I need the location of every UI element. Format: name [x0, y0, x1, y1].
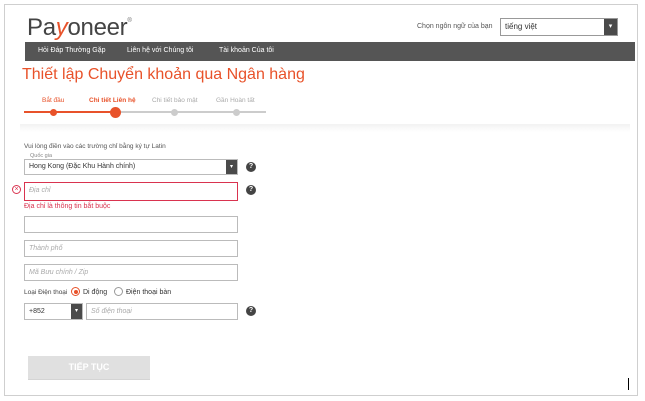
country-select[interactable]: Hong Kong (Đặc Khu Hành chính) ▾ — [24, 159, 238, 175]
address-error-message: Địa chỉ là thông tin bắt buộc — [24, 203, 111, 210]
address-line2-input[interactable] — [24, 216, 238, 233]
help-icon[interactable]: ? — [246, 306, 256, 316]
latin-hint: Vui lòng điền vào các trường chỉ bằng ký… — [24, 143, 166, 150]
text-cursor — [628, 378, 629, 390]
phone-type-label: Loại Điện thoại — [24, 289, 68, 296]
error-icon: × — [12, 185, 21, 194]
step-label-contact: Chi tiết Liên hệ — [89, 97, 136, 104]
logo-text-start: Pa — [27, 14, 56, 41]
steps-progress — [24, 111, 115, 113]
language-select[interactable]: tiếng việt ▾ — [500, 18, 618, 36]
continue-button[interactable]: TIẾP TỤC — [28, 356, 150, 379]
city-input[interactable]: Thành phố — [24, 240, 238, 257]
chevron-down-icon: ▾ — [71, 304, 82, 319]
address-input[interactable]: Địa chỉ — [24, 182, 238, 201]
phone-number-input[interactable]: Số điện thoại — [86, 303, 238, 320]
radio-landline-label[interactable]: Điện thoại bàn — [126, 289, 171, 296]
page-title: Thiết lập Chuyển khoản qua Ngân hàng — [22, 66, 305, 83]
chevron-down-icon: ▾ — [604, 19, 617, 35]
step-label-almost-done: Gần Hoàn tất — [216, 97, 255, 104]
step-dot-security — [171, 108, 178, 116]
phone-country-code-select[interactable]: +852 ▾ — [24, 303, 83, 320]
help-icon[interactable]: ? — [246, 185, 256, 195]
top-navbar: Hỏi Đáp Thường Gặp Liên hệ với Chúng tôi… — [25, 42, 635, 61]
logo-text-y: y — [55, 14, 68, 41]
header-divider — [20, 124, 630, 132]
language-label: Chọn ngôn ngữ của bạn — [417, 23, 493, 30]
nav-faq[interactable]: Hỏi Đáp Thường Gặp — [38, 47, 106, 54]
zip-input[interactable]: Mã Bưu chính / Zip — [24, 264, 238, 281]
language-value: tiếng việt — [505, 22, 538, 31]
step-dot-start — [50, 108, 57, 116]
radio-landline[interactable] — [114, 287, 123, 296]
help-icon[interactable]: ? — [246, 162, 256, 172]
step-label-security: Chi tiết bảo mật — [152, 97, 198, 104]
step-label-start: Bắt đầu — [42, 97, 65, 104]
radio-mobile-label[interactable]: Di động — [83, 289, 107, 296]
country-value: Hong Kong (Đặc Khu Hành chính) — [29, 163, 136, 170]
radio-mobile[interactable] — [71, 287, 80, 296]
step-dot-almost-done — [233, 108, 240, 116]
phone-country-code-value: +852 — [29, 308, 45, 315]
chevron-down-icon: ▾ — [226, 160, 237, 174]
nav-contact[interactable]: Liên hệ với Chúng tôi — [127, 47, 193, 54]
logo-registered-mark: ® — [127, 18, 132, 24]
nav-my-account[interactable]: Tài khoản Của tôi — [219, 47, 274, 54]
payoneer-logo[interactable]: Payoneer® — [27, 14, 132, 42]
step-dot-contact — [110, 106, 121, 118]
logo-text-end: oneer — [67, 14, 128, 41]
